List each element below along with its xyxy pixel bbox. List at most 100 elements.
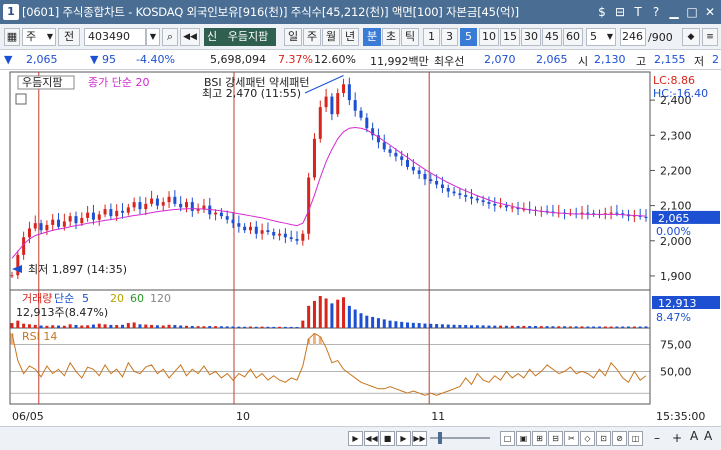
- volume-bar: [342, 297, 346, 328]
- currency-icon[interactable]: $: [595, 3, 609, 21]
- code-dropdown-icon[interactable]: ▼: [146, 28, 160, 46]
- candle-body: [231, 219, 235, 224]
- candle-body: [336, 93, 340, 115]
- search-icon[interactable]: ⌕: [162, 28, 178, 46]
- tool-4-icon[interactable]: ⊟: [548, 431, 563, 446]
- minute-5[interactable]: 5: [460, 28, 477, 46]
- tool-6-icon[interactable]: ◇: [580, 431, 595, 446]
- candle-body: [86, 212, 90, 218]
- scroll-start-icon[interactable]: ▶: [348, 431, 363, 446]
- candle-body: [80, 217, 84, 224]
- zoom-slider-handle[interactable]: [438, 432, 442, 444]
- tool-2-icon[interactable]: ▣: [516, 431, 531, 446]
- scroll-back-icon[interactable]: ◀◀: [364, 431, 379, 446]
- play-icon[interactable]: ▶: [396, 431, 411, 446]
- minute-1[interactable]: 1: [423, 28, 440, 46]
- volume-bar: [132, 322, 136, 328]
- minute-10[interactable]: 10: [479, 28, 499, 46]
- candle-body: [16, 254, 20, 276]
- tool-5-icon[interactable]: ✂: [564, 431, 579, 446]
- candle-body: [167, 196, 171, 203]
- period-tab-year[interactable]: 년: [341, 28, 359, 46]
- text-icon[interactable]: T: [631, 3, 645, 21]
- volume-bar: [283, 326, 287, 328]
- candle-body: [359, 110, 363, 118]
- quote-high: 2,155: [654, 53, 686, 66]
- volume-legend-60: 60: [130, 292, 144, 305]
- chart-area[interactable]: 2,400 2,300 2,200 2,100 2,000 1,900 LC:8.86 HC:…: [0, 70, 721, 426]
- interval-select[interactable]: 5 ▼: [586, 28, 616, 46]
- period-tab-minute[interactable]: 분: [363, 28, 381, 46]
- bottom-bar: ▶ ◀◀ ■ ▶ ▶▶ □ ▣ ⊞ ⊟ ✂ ◇ ⊡ ⊘ ◫ – + A A: [0, 426, 721, 450]
- time-axis-label: 10: [236, 410, 250, 423]
- tool-7-icon[interactable]: ⊡: [596, 431, 611, 446]
- font-size-icon[interactable]: A: [690, 429, 698, 443]
- candle-body: [312, 138, 316, 178]
- close-icon[interactable]: ✕: [703, 3, 717, 21]
- minute-45[interactable]: 45: [542, 28, 562, 46]
- stock-code-input[interactable]: 403490: [84, 28, 146, 46]
- minute-3[interactable]: 3: [441, 28, 458, 46]
- period-tab-week[interactable]: 주: [303, 28, 321, 46]
- candle-body: [446, 188, 450, 192]
- candle-body: [196, 209, 200, 211]
- candle-body: [347, 84, 351, 101]
- layout-icon[interactable]: ⊟: [613, 3, 627, 21]
- period-tab-month[interactable]: 월: [322, 28, 340, 46]
- tool-3-icon[interactable]: ⊞: [532, 431, 547, 446]
- zoom-in-icon[interactable]: +: [672, 431, 682, 445]
- volume-bar: [301, 320, 305, 328]
- period-tab-second[interactable]: 초: [382, 28, 400, 46]
- volume-bar: [22, 323, 26, 328]
- font-size-down-icon[interactable]: A: [704, 429, 712, 443]
- candle-body: [138, 202, 142, 210]
- volume-bar: [417, 323, 421, 328]
- period-tab-day[interactable]: 일: [284, 28, 302, 46]
- volume-bar: [487, 325, 491, 328]
- settings-icon[interactable]: ≡: [702, 28, 718, 46]
- volume-bar: [499, 325, 503, 328]
- minimize-icon[interactable]: ▁: [667, 3, 681, 21]
- chart-svg[interactable]: 2,4002,3002,2002,1002,0001,900LC:8.86HC:…: [0, 70, 721, 426]
- tool-8-icon[interactable]: ⊘: [612, 431, 627, 446]
- help-icon[interactable]: ?: [649, 3, 663, 21]
- candle-body: [318, 107, 322, 139]
- volume-bar: [91, 324, 95, 328]
- grid-toggle-icon[interactable]: [15, 93, 27, 105]
- compare-button[interactable]: 전: [58, 28, 80, 46]
- minute-60[interactable]: 60: [563, 28, 583, 46]
- candle-body: [586, 212, 590, 214]
- price-y-tick-label: 2,300: [660, 129, 692, 142]
- price-panel[interactable]: [9, 71, 651, 291]
- tool-9-icon[interactable]: ◫: [628, 431, 643, 446]
- candle-body: [190, 202, 194, 211]
- quote-change-pct: -4.40%: [136, 53, 175, 66]
- volume-legend-type: 단순: [54, 292, 74, 305]
- volume-bar: [423, 323, 427, 328]
- volume-bar: [289, 326, 293, 328]
- candle-body: [97, 214, 101, 220]
- period-select[interactable]: 주 ▼: [22, 28, 56, 46]
- candle-body: [324, 96, 328, 108]
- chart-config-icon[interactable]: ▦: [4, 28, 20, 46]
- zoom-out-icon[interactable]: –: [654, 431, 660, 445]
- period-tab-tick[interactable]: 틱: [401, 28, 419, 46]
- candle-body: [184, 202, 188, 208]
- candle-body: [504, 205, 508, 208]
- volume-bar: [545, 326, 549, 328]
- candle-body: [74, 216, 78, 224]
- tool-1-icon[interactable]: □: [500, 431, 515, 446]
- scroll-end-icon[interactable]: ▶▶: [412, 431, 427, 446]
- quote-low-label: 저: [694, 55, 705, 68]
- minute-30[interactable]: 30: [521, 28, 541, 46]
- maximize-icon[interactable]: □: [685, 3, 699, 21]
- speaker-icon[interactable]: ◀◀: [180, 28, 200, 46]
- stock-name[interactable]: 우듬지팜: [220, 28, 276, 46]
- minute-15[interactable]: 15: [500, 28, 520, 46]
- candle-body: [45, 224, 49, 231]
- candle-body: [423, 173, 427, 180]
- credit-badge: 신: [204, 28, 220, 46]
- zoom-icon[interactable]: ◆: [682, 28, 700, 46]
- count-input[interactable]: 246: [620, 28, 646, 46]
- stop-icon[interactable]: ■: [380, 431, 395, 446]
